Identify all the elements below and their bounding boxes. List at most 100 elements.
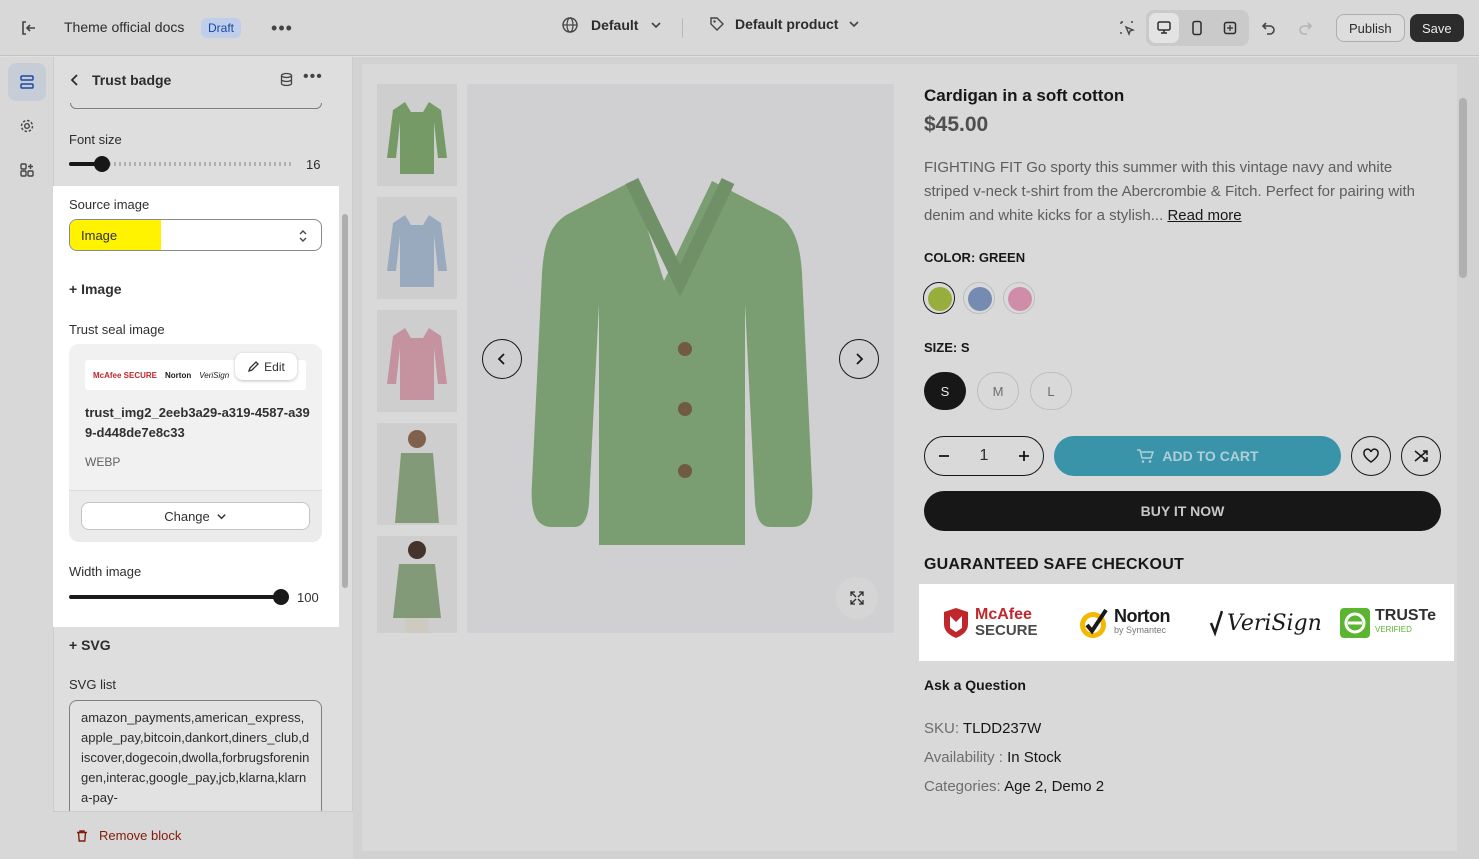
gear-icon[interactable]: [8, 107, 46, 145]
norton-check-icon: [1080, 608, 1108, 638]
panel-scrollbar[interactable]: [342, 214, 348, 588]
sku-value: TLDD237W: [962, 720, 1042, 737]
swatch-blue-fill: [968, 287, 992, 311]
gallery-thumb-pink[interactable]: [377, 310, 457, 412]
pencil-icon: [248, 360, 260, 372]
gallery-thumb-model-front[interactable]: [377, 423, 457, 525]
gallery-thumb-blue[interactable]: [377, 197, 457, 299]
more-options-icon[interactable]: •••: [266, 12, 298, 44]
width-image-label: Width image: [69, 564, 142, 579]
size-l-button[interactable]: L: [1030, 372, 1072, 410]
file-type: WEBP: [85, 455, 121, 469]
width-image-slider-thumb[interactable]: [273, 589, 289, 605]
ask-question-link[interactable]: Ask a Question: [924, 677, 1026, 693]
device-switcher: [1146, 10, 1249, 46]
mobile-view-icon[interactable]: [1182, 13, 1212, 43]
quantity-value[interactable]: 1: [980, 447, 989, 465]
tag-icon: [710, 17, 724, 31]
width-image-slider[interactable]: [69, 595, 281, 599]
source-image-select[interactable]: Image: [69, 219, 322, 251]
preview-scrollbar[interactable]: [1459, 98, 1467, 278]
norton-name: Norton: [1114, 606, 1170, 626]
compare-button[interactable]: [1401, 436, 1441, 476]
undo-icon[interactable]: [1253, 12, 1285, 44]
panel-header: Trust badge •••: [54, 57, 352, 105]
buy-it-now-button[interactable]: BUY IT NOW: [924, 491, 1441, 531]
swatch-pink[interactable]: [1003, 282, 1035, 314]
product-title: Cardigan in a soft cotton: [924, 86, 1125, 105]
fullscreen-view-icon[interactable]: [1215, 13, 1245, 43]
cart-icon: [1137, 449, 1155, 463]
read-more-link[interactable]: Read more: [1167, 207, 1241, 224]
expand-icon: [850, 591, 864, 605]
verisign-logo: VeriSign: [1209, 598, 1322, 648]
trust-seal-label: Trust seal image: [69, 322, 165, 337]
availability-value: In Stock: [1007, 749, 1062, 766]
font-size-label: Font size: [69, 132, 122, 147]
desktop-view-icon[interactable]: [1149, 13, 1179, 43]
publish-button[interactable]: Publish: [1336, 14, 1405, 42]
add-to-cart-button[interactable]: ADD TO CART: [1054, 436, 1341, 476]
add-to-cart-label: ADD TO CART: [1162, 448, 1259, 464]
inspector-icon[interactable]: [1111, 12, 1143, 44]
font-size-slider-thumb[interactable]: [94, 156, 110, 172]
sections-icon[interactable]: [8, 63, 46, 101]
apps-icon[interactable]: [8, 151, 46, 189]
next-image-button[interactable]: [839, 339, 879, 379]
guarantee-heading: GUARANTEED SAFE CHECKOUT: [924, 556, 1184, 573]
size-m-button[interactable]: M: [977, 372, 1019, 410]
trash-icon: [77, 829, 87, 842]
remove-bar: Remove block: [53, 811, 353, 859]
exit-icon[interactable]: [12, 12, 44, 44]
main-product-image: [467, 84, 894, 633]
product-select[interactable]: Default product: [709, 16, 860, 32]
swatch-blue[interactable]: [963, 282, 995, 314]
database-icon[interactable]: [279, 72, 294, 90]
truste-e-icon: [1340, 608, 1370, 638]
verisign-name: VeriSign: [1227, 610, 1322, 636]
template-select[interactable]: Default: [561, 16, 662, 34]
truste-logo: TRUSTe VERIFIED: [1339, 598, 1436, 648]
change-label: Change: [164, 508, 210, 524]
edit-image-button[interactable]: Edit: [235, 353, 297, 380]
chevron-right-icon: [856, 353, 864, 365]
size-s-button[interactable]: S: [924, 372, 966, 410]
globe-icon: [562, 17, 578, 33]
save-button[interactable]: Save: [1410, 14, 1464, 42]
prev-image-button[interactable]: [482, 339, 522, 379]
zoom-button[interactable]: [836, 577, 878, 619]
edit-label: Edit: [264, 359, 285, 374]
categories-row: Categories: Age 2, Demo 2: [924, 778, 1104, 795]
change-image-button[interactable]: Change: [81, 502, 310, 530]
add-svg-button[interactable]: + SVG: [69, 637, 111, 653]
divider: [682, 18, 683, 38]
trust-badge-image: McAfee SECURE Norton by Symantec VeriSig…: [919, 584, 1454, 661]
minus-icon[interactable]: [937, 449, 951, 463]
availability-label: Availability :: [924, 749, 1003, 766]
gallery-thumb-model-back[interactable]: [377, 536, 457, 633]
font-size-value: 16: [306, 157, 321, 172]
template-select-label: Default: [591, 17, 639, 33]
categories-label: Categories:: [924, 778, 1001, 795]
more-options-icon[interactable]: •••: [303, 68, 323, 86]
plus-icon[interactable]: [1017, 449, 1031, 463]
previous-field-edge: [70, 103, 322, 109]
swatch-green[interactable]: [923, 282, 955, 314]
mcafee-name: McAfee: [975, 606, 1032, 623]
size-label: SIZE: S: [924, 340, 970, 355]
truste-name: TRUSTe: [1375, 607, 1437, 624]
swatch-pink-fill: [1008, 287, 1032, 311]
remove-block-button[interactable]: Remove block: [75, 828, 181, 843]
sku-row: SKU: TLDD237W: [924, 720, 1041, 737]
svg-list-label: SVG list: [69, 677, 116, 692]
heart-icon: [1363, 448, 1379, 463]
wishlist-button[interactable]: [1351, 436, 1391, 476]
back-icon[interactable]: [68, 73, 82, 90]
gallery-thumb-green[interactable]: [377, 84, 457, 186]
mcafee-logo: McAfee SECURE: [941, 598, 1038, 648]
thumb-brand-mcafee: McAfee SECURE: [93, 370, 158, 380]
svg-list-textarea[interactable]: amazon_payments,american_express,apple_p…: [69, 700, 322, 820]
remove-block-label: Remove block: [99, 828, 182, 843]
shuffle-icon: [1414, 450, 1428, 462]
add-image-button[interactable]: + Image: [69, 281, 122, 297]
